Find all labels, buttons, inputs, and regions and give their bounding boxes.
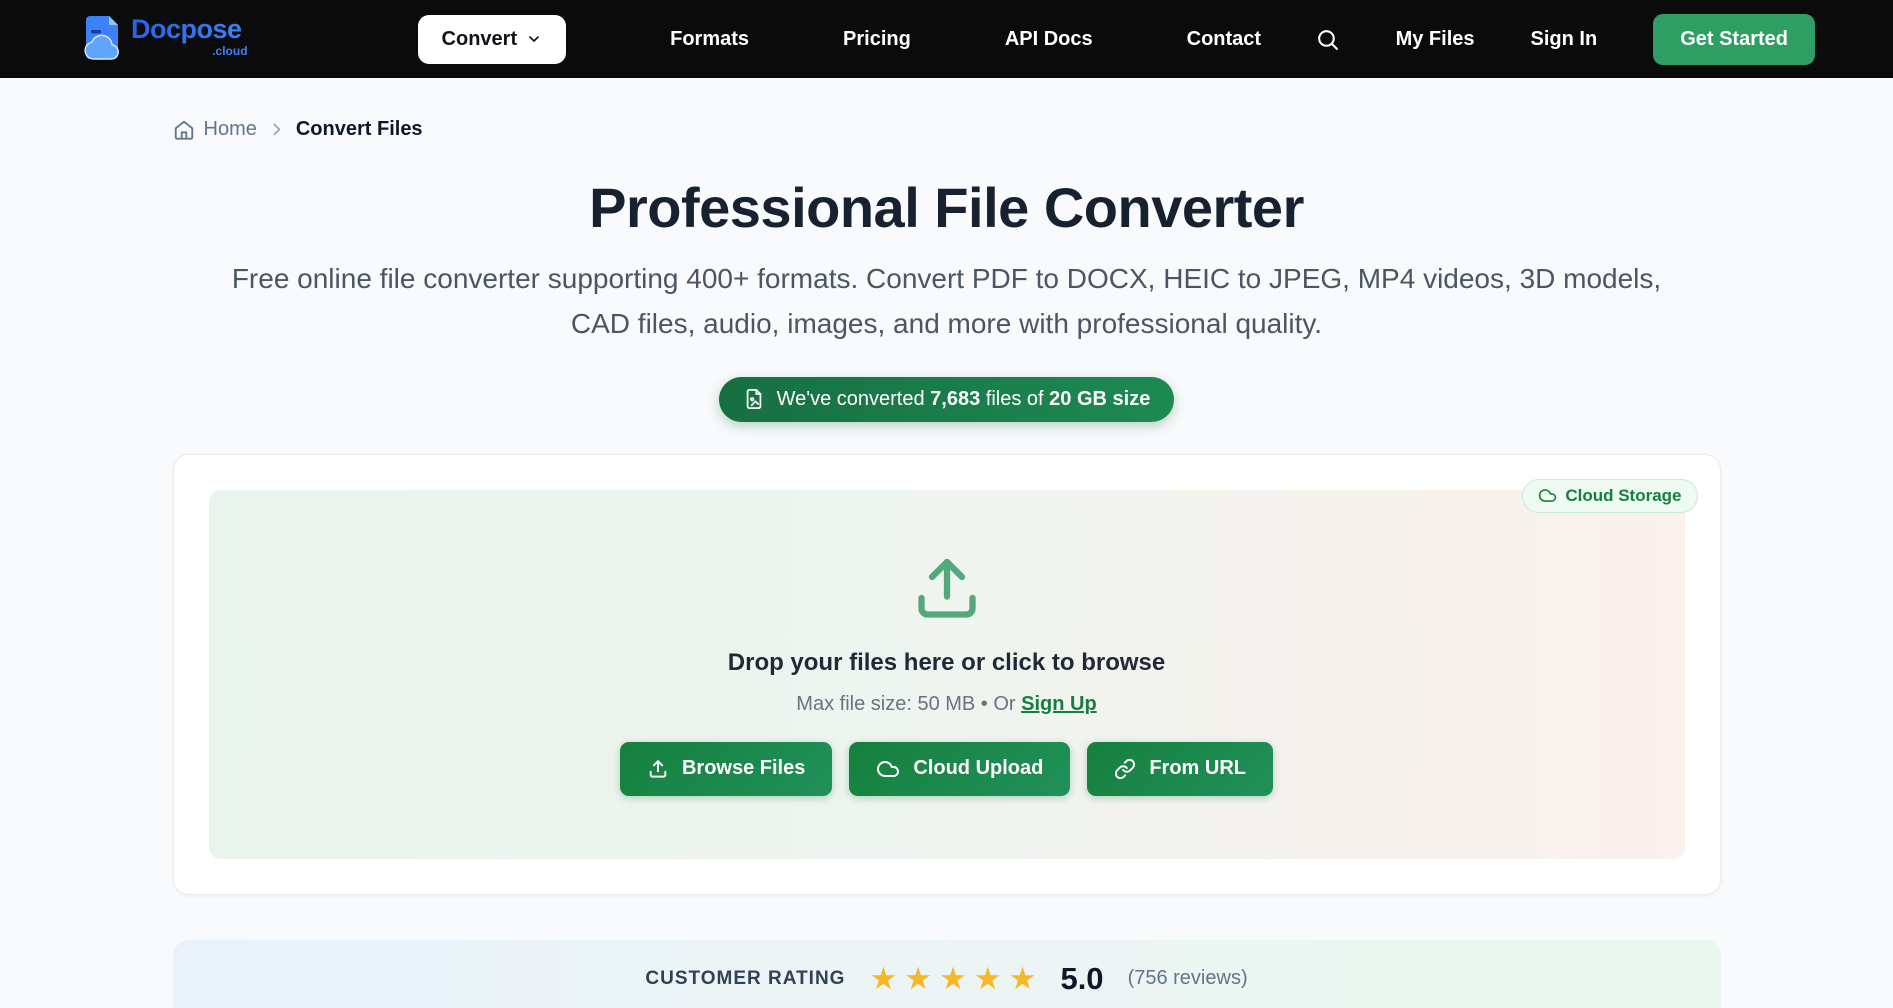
chevron-down-icon bbox=[526, 31, 542, 47]
star-icon: ★ bbox=[904, 963, 932, 994]
cloud-upload-label: Cloud Upload bbox=[913, 757, 1043, 780]
nav-right-group: My Files Sign In Get Started bbox=[1315, 14, 1815, 65]
browse-files-label: Browse Files bbox=[682, 757, 805, 780]
main-content: Home Convert Files Professional File Con… bbox=[173, 118, 1721, 895]
brand-tld: .cloud bbox=[212, 44, 247, 58]
page-subtitle: Free online file converter supporting 40… bbox=[212, 256, 1682, 347]
home-icon bbox=[173, 119, 195, 141]
nav-link-contact[interactable]: Contact bbox=[1187, 28, 1261, 51]
sign-up-link[interactable]: Sign Up bbox=[1021, 693, 1097, 715]
link-icon bbox=[1114, 758, 1136, 780]
cloud-icon bbox=[1538, 486, 1557, 505]
page-title: Professional File Converter bbox=[173, 175, 1721, 240]
star-row: ★★★★★ bbox=[869, 963, 1036, 994]
nav-link-pricing[interactable]: Pricing bbox=[843, 28, 911, 51]
top-nav: Docpose .cloud Convert Formats Pricing A… bbox=[0, 0, 1893, 78]
dropzone-title: Drop your files here or click to browse bbox=[728, 649, 1165, 677]
brand-logo[interactable]: Docpose .cloud bbox=[78, 14, 246, 64]
rating-score: 5.0 bbox=[1060, 961, 1103, 997]
convert-menu-label: Convert bbox=[442, 28, 518, 51]
nav-link-api-docs[interactable]: API Docs bbox=[1005, 28, 1093, 51]
breadcrumb-home-link[interactable]: Home bbox=[173, 118, 257, 141]
star-icon: ★ bbox=[939, 963, 967, 994]
rating-reviews: (756 reviews) bbox=[1128, 967, 1248, 990]
from-url-label: From URL bbox=[1149, 757, 1246, 780]
convert-menu-button[interactable]: Convert bbox=[418, 15, 567, 64]
cloud-storage-badge: Cloud Storage bbox=[1522, 479, 1697, 513]
nav-link-my-files[interactable]: My Files bbox=[1396, 28, 1475, 51]
upload-icon bbox=[911, 553, 983, 625]
conversion-stats-badge: We've converted 7,683 files of 20 GB siz… bbox=[719, 377, 1175, 422]
breadcrumb: Home Convert Files bbox=[173, 118, 1721, 141]
stats-text: We've converted 7,683 files of 20 GB siz… bbox=[777, 388, 1151, 411]
breadcrumb-home-label: Home bbox=[204, 118, 257, 141]
sign-in-link[interactable]: Sign In bbox=[1531, 28, 1598, 51]
cloud-upload-button[interactable]: Cloud Upload bbox=[849, 742, 1070, 796]
browse-files-button[interactable]: Browse Files bbox=[620, 742, 832, 796]
upload-icon bbox=[647, 758, 669, 780]
dropzone-note: Max file size: 50 MB • Or Sign Up bbox=[796, 693, 1096, 716]
cloud-icon bbox=[876, 757, 900, 781]
breadcrumb-current: Convert Files bbox=[296, 118, 423, 141]
star-icon: ★ bbox=[869, 963, 897, 994]
file-dropzone[interactable]: Drop your files here or click to browse … bbox=[209, 490, 1685, 859]
rating-row: CUSTOMER RATING ★★★★★ 5.0 (756 reviews) bbox=[645, 959, 1247, 999]
search-icon bbox=[1315, 27, 1340, 52]
star-icon: ★ bbox=[1009, 963, 1037, 994]
upload-card: Cloud Storage Drop your files here or cl… bbox=[173, 454, 1721, 895]
docpose-logo-icon bbox=[78, 14, 124, 64]
rating-label: CUSTOMER RATING bbox=[645, 968, 845, 990]
file-image-icon bbox=[743, 388, 765, 410]
nav-link-formats[interactable]: Formats bbox=[670, 28, 749, 51]
brand-name: Docpose bbox=[131, 14, 242, 44]
chevron-right-icon bbox=[268, 121, 285, 138]
nav-links: Formats Pricing API Docs Contact bbox=[670, 28, 1261, 51]
customer-rating-bar: CUSTOMER RATING ★★★★★ 5.0 (756 reviews) bbox=[173, 940, 1721, 1008]
from-url-button[interactable]: From URL bbox=[1087, 742, 1273, 796]
upload-actions: Browse Files Cloud Upload From URL bbox=[620, 742, 1273, 796]
get-started-button[interactable]: Get Started bbox=[1653, 14, 1815, 65]
star-icon: ★ bbox=[974, 963, 1002, 994]
search-button[interactable] bbox=[1315, 27, 1340, 52]
cloud-storage-label: Cloud Storage bbox=[1565, 486, 1681, 506]
